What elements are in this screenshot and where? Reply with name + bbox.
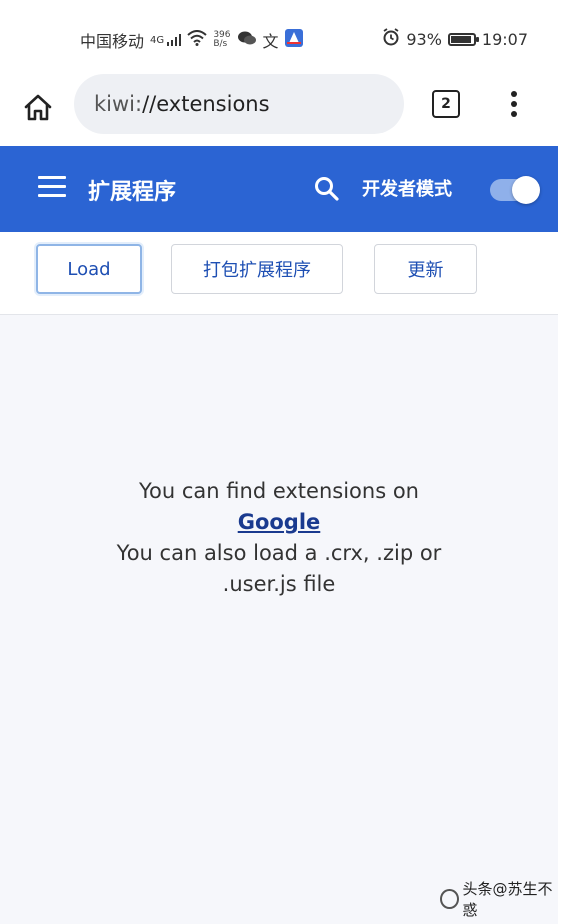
overflow-menu-button[interactable]: [500, 84, 528, 124]
pack-extension-button[interactable]: 打包扩展程序: [171, 244, 343, 294]
search-icon[interactable]: [314, 176, 340, 202]
wechat-icon: [237, 30, 257, 50]
carrier-label: 中国移动: [80, 32, 145, 51]
more-vertical-icon: [511, 91, 517, 117]
translate-icon: 文: [262, 32, 279, 51]
developer-mode-label: 开发者模式: [362, 179, 452, 200]
tab-count: 2: [441, 96, 451, 112]
empty-state-line2: You can also load a .crx, .zip or: [116, 541, 442, 565]
signal-icon: 4G: [150, 34, 182, 46]
battery-icon: [447, 32, 479, 46]
empty-state-line3: .user.js file: [222, 572, 336, 596]
alarm-icon: [382, 28, 400, 50]
home-button[interactable]: [18, 88, 58, 128]
clock: 19:07: [481, 29, 528, 49]
status-left: 中国移动 4G 396 B/s 文: [80, 28, 303, 52]
app-notification-icon: [284, 29, 303, 51]
home-icon: [24, 94, 52, 121]
net-speed: 396 B/s: [213, 30, 231, 49]
right-gutter: [558, 0, 584, 924]
load-unpacked-button[interactable]: Load: [36, 244, 142, 294]
wifi-icon: [187, 30, 207, 50]
empty-state-line1: You can find extensions on: [139, 479, 419, 503]
google-link[interactable]: Google: [238, 510, 321, 534]
battery-percent: 93%: [406, 29, 442, 49]
battery-fill: [450, 35, 471, 43]
developer-mode-toggle[interactable]: [490, 176, 540, 204]
watermark-logo-icon: [440, 889, 459, 909]
watermark-text: 头条@苏生不惑: [462, 880, 553, 919]
url-bar[interactable]: kiwi: //extensions: [74, 74, 404, 134]
update-button[interactable]: 更新: [374, 244, 477, 294]
watermark: 头条@苏生不惑: [440, 878, 558, 920]
kiwi-extensions-page: 中国移动 4G 396 B/s 文 93% 19:07 kiwi: //exte…: [0, 0, 558, 924]
hamburger-menu-icon[interactable]: [38, 176, 66, 198]
url-scheme: kiwi:: [94, 92, 143, 116]
browser-toolbar: kiwi: //extensions 2: [0, 70, 558, 146]
empty-state-message: You can find extensions on Google You ca…: [0, 476, 558, 600]
status-right: 93% 19:07: [382, 28, 528, 50]
tab-switcher-button[interactable]: 2: [432, 90, 460, 118]
action-toolbar: Load 打包扩展程序 更新: [0, 232, 558, 315]
toggle-knob: [512, 176, 540, 204]
extensions-header: 扩展程序 开发者模式: [0, 146, 558, 232]
status-bar: 中国移动 4G 396 B/s 文 93% 19:07: [0, 0, 558, 70]
page-title: 扩展程序: [88, 180, 177, 205]
url-path: //extensions: [142, 92, 270, 116]
